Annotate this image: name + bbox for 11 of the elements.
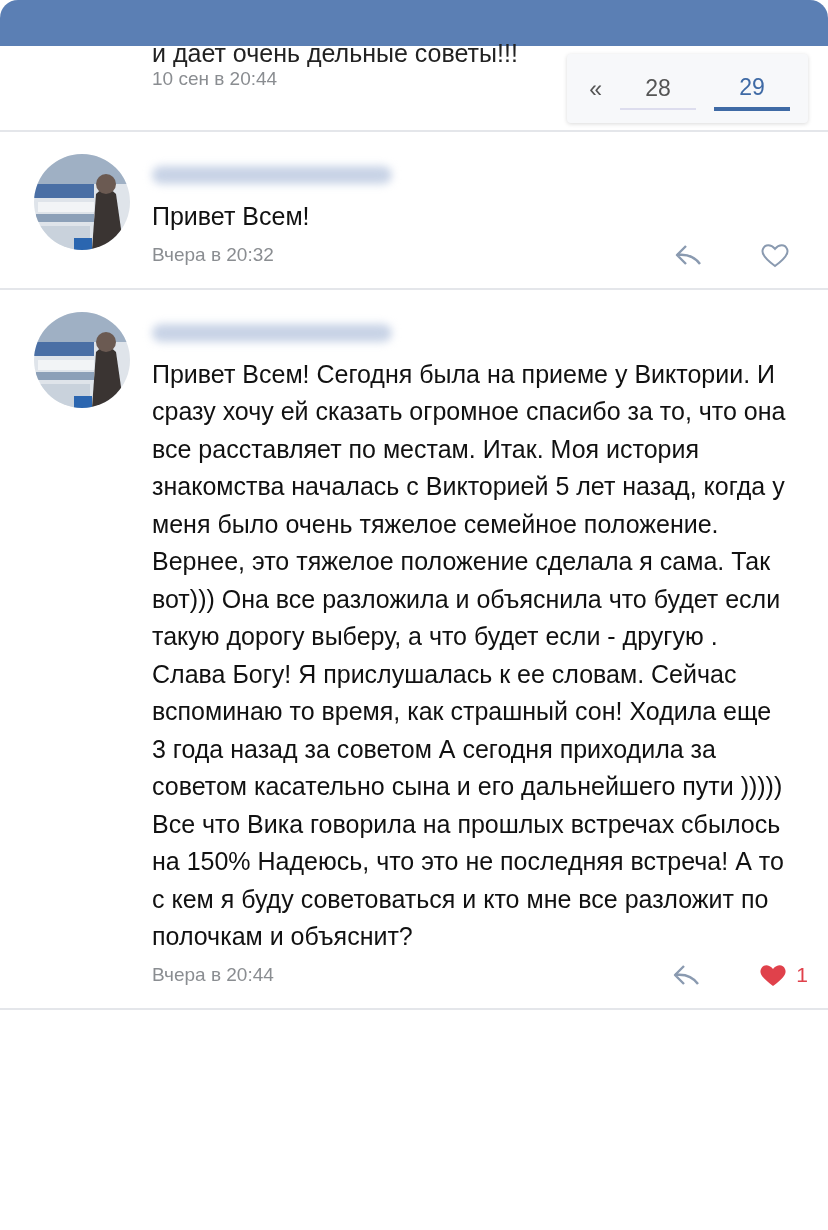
comment-date: Вчера в 20:32 xyxy=(152,243,275,266)
comment-text: Привет Всем! Сегодня была на приеме у Виктории. И сразу хочу ей сказать огромное спасибо за то, что она все расставляет по местам. Итак. Моя история знакомства началась с Викторией 5 лет назад, когда у меня было очень тяжелое семейное положение. Вернее, это тяжелое положение сделала я сама. Так вот))) Она все разложила и объяснила что будет если такую дорогу выберу, а что будет если - другую . Слава Богу! Я прислушалась к ее словам. Сейчас вспоминаю то время, как страшный сон! Ходила еще 3 года назад за советом А сегодня приходила за советом касательно сына и его дальнейшего пути ))))) Все что Вика говорила на прошлых встречах сбылось на 150% Надеюсь, что это не последняя встреча! А то с кем я буду советоваться и кто мне все разложит по полочкам и объяснит? xyxy=(152,358,787,952)
first-page-button[interactable]: « xyxy=(589,76,602,103)
like-count: 1 xyxy=(796,962,808,987)
page-button[interactable]: 28 xyxy=(620,69,696,110)
comment-text: и дает очень дельные советы!!! xyxy=(152,38,518,68)
page-button[interactable]: 29 xyxy=(714,68,790,111)
comment-date: Вчера в 20:44 xyxy=(152,963,275,986)
heart-icon[interactable] xyxy=(760,241,790,268)
comment-text: Привет Всем! xyxy=(152,201,311,232)
comment-date: 10 сен в 20:44 xyxy=(152,68,278,90)
